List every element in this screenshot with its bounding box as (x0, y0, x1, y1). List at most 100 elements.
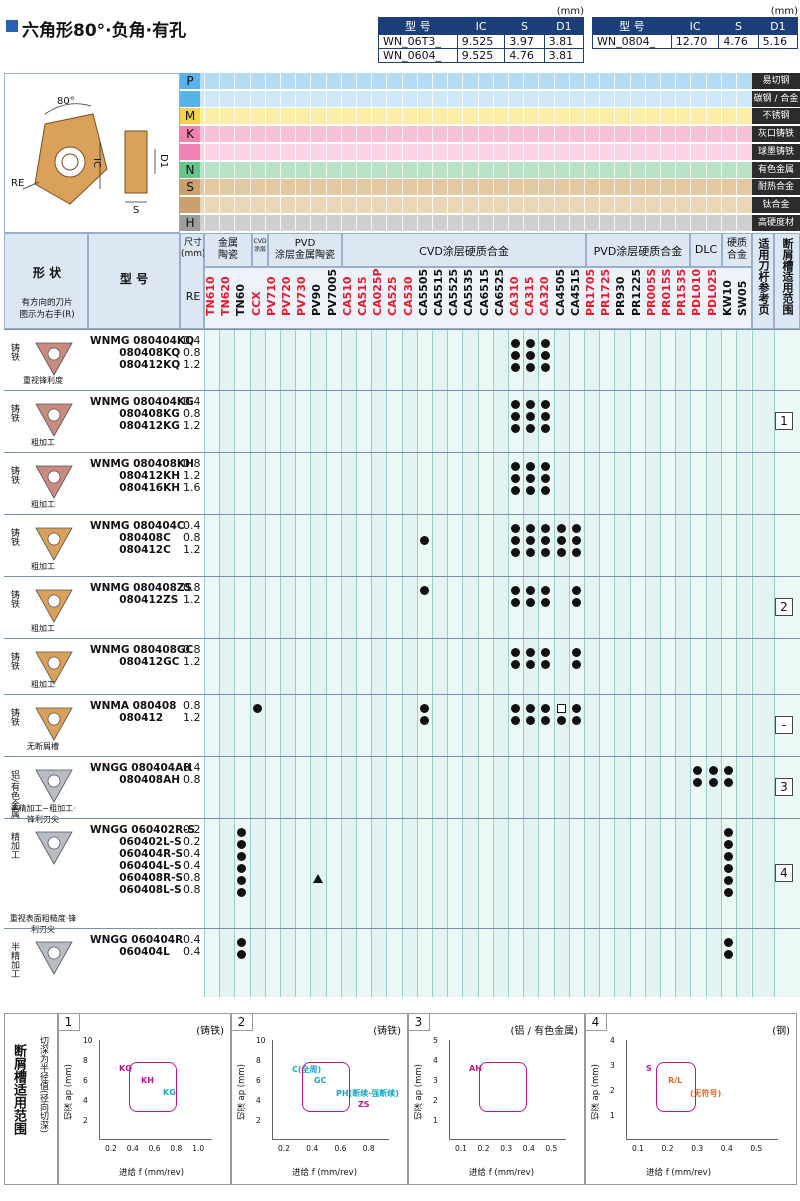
dot-mark (556, 536, 566, 545)
dot-mark (571, 586, 581, 595)
material-letter (180, 196, 200, 213)
dot-mark (419, 716, 429, 725)
insert-image-icon (32, 826, 76, 866)
dot-mark (511, 648, 520, 657)
re-header-label: RE (185, 290, 201, 303)
row-divider (4, 452, 800, 453)
grade-ca025p: CA025P (371, 268, 385, 316)
y-tick: 10 (256, 1036, 266, 1045)
dot-mark (723, 876, 733, 885)
side-title: 断屑槽适用范围 (11, 1044, 26, 1135)
unit-label: (mm) (556, 6, 584, 17)
carbide-header: 硬质 合金 (722, 233, 752, 267)
row-material: 半精加工 (9, 942, 19, 978)
x-tick: 1.0 (192, 1144, 205, 1153)
y-tick: 4 (610, 1036, 615, 1045)
y-tick: 6 (256, 1076, 261, 1085)
grade-ca510: CA510 (340, 276, 354, 316)
grid-line (705, 73, 707, 233)
row-model: WNMG 080408GC 080412GC (90, 644, 194, 668)
grade-pv7005: PV7005 (325, 268, 339, 316)
row-divider (4, 329, 800, 330)
y-tick: 3 (433, 1076, 438, 1085)
grade-column (675, 329, 691, 997)
grid-line (219, 73, 221, 233)
row-divider (4, 756, 800, 757)
insert-diagram: 80° RE IC D1 S (4, 73, 180, 233)
dot-mark (511, 548, 520, 557)
dot-mark (511, 598, 520, 607)
material-row: S 耐热合金 (180, 179, 800, 197)
x-tick: 0.6 (334, 1144, 347, 1153)
x-tick: 0.3 (691, 1144, 704, 1153)
grade-ca515: CA515 (356, 276, 369, 316)
grid-line (720, 73, 722, 233)
material-letter: N (180, 161, 200, 178)
chart-panel-3: (铝 / 有色金属) 切深 ap (mm) 进给 f (mm/rev) 5 4 3 2 1 0.… (408, 1013, 585, 1185)
grade-ccx: CCX (249, 291, 263, 316)
panel-number: 3 (408, 1013, 430, 1031)
grade-kw10: KW10 (720, 280, 734, 316)
grid-line (553, 73, 555, 233)
insert-image-icon (32, 398, 76, 438)
grade-sw05: SW05 (736, 280, 749, 316)
grade-column (629, 329, 645, 997)
row-model: WNMG 080404KG 080408KG 080412KG (90, 396, 194, 432)
grade-column (280, 329, 296, 997)
row-model: WNGG 080404AH 080408AH (90, 762, 193, 786)
insert-image-icon (32, 764, 76, 804)
panel-number: 4 (585, 1013, 607, 1031)
shape-header-label: 形 状 (32, 266, 62, 280)
material-label: 耐热合金 (752, 179, 800, 196)
dot-mark (723, 950, 733, 959)
material-label: 灰口铸铁 (752, 126, 800, 143)
chart-panel-4: (钢) 切深 ap (mm) 进给 f (mm/rev) 4 3 2 1 0.1 0.2 0.3 0… (585, 1013, 797, 1185)
row-model: WNMA 080408 080412 (90, 700, 177, 724)
row-caption: 重视锋利度 (23, 376, 63, 385)
ic-label: IC (91, 158, 102, 168)
cvd-d-header: CVD 涂层 (252, 233, 268, 267)
dot-mark (556, 524, 566, 533)
insert-image-icon (32, 460, 76, 500)
chip-range-side: 断屑槽适用范围 切深为半径值(径向切深) (4, 1013, 58, 1185)
region-label: ZS (358, 1100, 370, 1109)
grid-line (690, 73, 692, 233)
grid-line (325, 73, 327, 233)
y-axis-label: 切深 ap (mm) (591, 1064, 601, 1121)
grid-line (234, 73, 236, 233)
dot-mark (511, 704, 520, 713)
row-re: 0.4 0.8 1.2 (183, 519, 201, 556)
material-row: 钛合金 (180, 196, 800, 214)
row-divider (4, 694, 800, 695)
chipbreaker-ref: 3 (775, 778, 793, 796)
grade-pdl010: PDL010 (690, 268, 704, 316)
grade-column (264, 329, 280, 997)
row-re: 0.2 0.2 0.4 0.4 0.8 0.8 (183, 823, 201, 896)
grade-ca525: CA525 (386, 276, 400, 316)
x-tick: 0.8 (362, 1144, 375, 1153)
row-divider (4, 576, 800, 577)
x-tick: 0.4 (522, 1144, 535, 1153)
panel-number: 1 (58, 1013, 80, 1031)
dot-mark (571, 648, 581, 657)
row-divider (4, 928, 800, 929)
x-tick: 0.1 (455, 1144, 467, 1153)
grade-column (736, 329, 752, 997)
grid-line (447, 73, 449, 233)
grid-line (295, 73, 297, 233)
dlc-header: DLC (690, 233, 722, 267)
angle-label: 80° (57, 96, 75, 107)
grade-column (204, 329, 220, 997)
grid-line (310, 73, 312, 233)
row-material: 精加工 (9, 832, 19, 859)
y-tick: 4 (83, 1096, 88, 1105)
insert-image-icon (32, 702, 76, 742)
chipbreaker-ref: - (775, 716, 793, 734)
y-tick: 8 (256, 1056, 261, 1065)
grade-column (432, 329, 448, 997)
cermet-header: 金属 陶瓷 (204, 233, 252, 267)
spec-table: 型 号 IC S D1 WN_0804_ 12.70 4.76 5.16 (592, 17, 799, 49)
spec-table: 型 号 IC S D1 WN_06T3_ 9.525 3.97 3.81 WN_0604_ 9… (378, 17, 585, 63)
grade-pr015s: PR015S (660, 268, 673, 316)
grade-column (386, 329, 402, 997)
